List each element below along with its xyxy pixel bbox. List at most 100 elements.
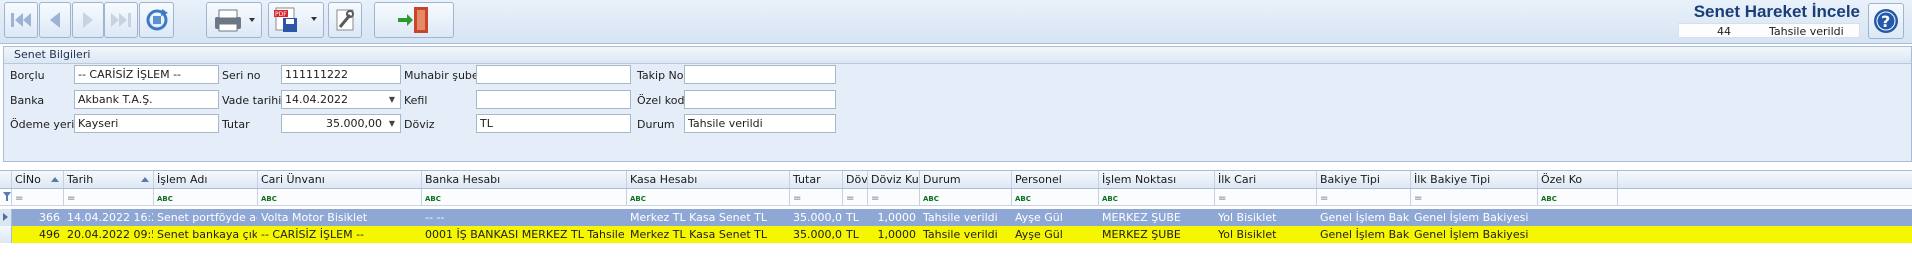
column-header[interactable]: Döviz Kuru	[868, 171, 920, 188]
filter-icon[interactable]	[0, 189, 12, 205]
export-pdf-button[interactable]: PDF	[268, 2, 324, 38]
filter-text-icon[interactable]: ABC	[627, 189, 790, 205]
filter-text-icon[interactable]: ABC	[1099, 189, 1215, 205]
refresh-button[interactable]	[139, 2, 174, 38]
column-header[interactable]: Bakiye Tipi	[1317, 171, 1411, 188]
filter-equals-icon[interactable]: =	[1411, 189, 1538, 205]
column-header[interactable]: Tutar	[790, 171, 843, 188]
doviz-field[interactable]: TL	[476, 114, 631, 133]
table-cell[interactable]: 35.000,00	[790, 226, 843, 243]
previous-record-button[interactable]	[39, 2, 71, 38]
table-cell[interactable]: Tahsile verildi	[920, 209, 1012, 226]
borclu-field[interactable]: -- CARİSİZ İŞLEM --	[74, 65, 219, 84]
table-cell[interactable]: Ayşe Gül	[1012, 209, 1099, 226]
table-cell[interactable]: TL	[843, 226, 868, 243]
last-record-button[interactable]	[104, 2, 138, 38]
table-cell[interactable]: 366	[12, 209, 64, 226]
seri-no-field[interactable]: 111111222	[281, 65, 401, 84]
filter-equals-icon[interactable]: =	[868, 189, 920, 205]
takip-no-field[interactable]	[684, 65, 836, 84]
table-cell[interactable]: Yol Bisiklet	[1215, 226, 1317, 243]
tutar-field[interactable]: 35.000,00 ▼	[281, 114, 401, 133]
filter-text-icon[interactable]: ABC	[1012, 189, 1099, 205]
table-cell[interactable]: 0001 İŞ BANKASI MERKEZ TL Tahsile Verile…	[422, 226, 627, 243]
durum-field[interactable]: Tahsile verildi	[684, 114, 836, 133]
filter-equals-icon[interactable]: =	[1215, 189, 1317, 205]
column-header[interactable]: İlk Cari	[1215, 171, 1317, 188]
column-header[interactable]: İşlem Noktası	[1099, 171, 1215, 188]
column-header[interactable]: Banka Hesabı	[422, 171, 627, 188]
column-header[interactable]: CİNo	[12, 171, 64, 188]
chevron-down-icon[interactable]: ▼	[386, 91, 398, 108]
ozel-kod-field[interactable]	[684, 90, 836, 109]
kefil-field[interactable]	[476, 90, 631, 109]
column-header[interactable]: Tarih	[64, 171, 154, 188]
column-header[interactable]: Cari Ünvanı	[258, 171, 422, 188]
equals-label: =	[846, 193, 855, 204]
table-row[interactable]: 49620.04.2022 09:55:35Senet bankaya çıkı…	[0, 226, 1912, 243]
table-cell[interactable]: Tahsile verildi	[920, 226, 1012, 243]
table-cell[interactable]	[1538, 226, 1618, 243]
row-indicator[interactable]	[0, 209, 12, 226]
table-cell[interactable]: Genel İşlem Bakiyesi	[1411, 226, 1538, 243]
tools-button[interactable]	[328, 2, 362, 38]
banka-field[interactable]: Akbank T.A.Ş.	[74, 90, 219, 109]
exit-button[interactable]	[374, 2, 454, 38]
column-header[interactable]: İlk Bakiye Tipi	[1411, 171, 1538, 188]
filter-equals-icon[interactable]: =	[64, 189, 154, 205]
help-button[interactable]: ?	[1868, 3, 1904, 39]
table-cell[interactable]: -- CARİSİZ İŞLEM --	[258, 226, 422, 243]
column-header[interactable]: Özel Ko	[1538, 171, 1618, 188]
table-cell[interactable]: Genel İşlem Bakiyesi	[1317, 226, 1411, 243]
senet-info-panel: Senet Bilgileri Borçlu -- CARİSİZ İŞLEM …	[3, 46, 1912, 162]
table-cell[interactable]: TL	[843, 209, 868, 226]
table-cell[interactable]: 496	[12, 226, 64, 243]
column-header[interactable]: Personel	[1012, 171, 1099, 188]
odeme-yeri-field[interactable]: Kayseri	[74, 114, 219, 133]
table-cell[interactable]: 20.04.2022 09:55:35	[64, 226, 154, 243]
table-cell[interactable]: MERKEZ ŞUBE	[1099, 209, 1215, 226]
column-header[interactable]: Kasa Hesabı	[627, 171, 790, 188]
filter-text-icon[interactable]: ABC	[1538, 189, 1618, 205]
table-cell[interactable]: Senet bankaya çıkış	[154, 226, 258, 243]
chevron-down-icon[interactable]: ▼	[386, 115, 398, 132]
filter-text-icon[interactable]: ABC	[422, 189, 627, 205]
equals-label: =	[793, 193, 802, 204]
print-button[interactable]	[206, 2, 262, 38]
table-cell[interactable]: 35.000,00	[790, 209, 843, 226]
filter-text-icon[interactable]: ABC	[154, 189, 258, 205]
sort-ascending-icon	[51, 177, 59, 182]
table-cell[interactable]: 14.04.2022 16:29:07	[64, 209, 154, 226]
table-cell[interactable]: Merkez TL Kasa Senet TL	[627, 226, 790, 243]
table-cell[interactable]: -- --	[422, 209, 627, 226]
column-header[interactable]: İşlem Adı	[154, 171, 258, 188]
table-cell[interactable]: 1,0000	[868, 209, 920, 226]
table-cell[interactable]: Merkez TL Kasa Senet TL	[627, 209, 790, 226]
equals-label: =	[67, 193, 76, 204]
text-filter-label: ABC	[1541, 195, 1557, 203]
table-cell[interactable]: Ayşe Gül	[1012, 226, 1099, 243]
column-header[interactable]: Döviz	[843, 171, 868, 188]
exit-door-icon	[398, 7, 428, 33]
table-cell[interactable]: 1,0000	[868, 226, 920, 243]
column-header[interactable]: Durum	[920, 171, 1012, 188]
table-cell[interactable]: Senet portföyde açılış	[154, 209, 258, 226]
vade-tarihi-field[interactable]: 14.04.2022 ▼	[281, 90, 401, 109]
table-cell[interactable]: MERKEZ ŞUBE	[1099, 226, 1215, 243]
row-indicator[interactable]	[0, 226, 12, 243]
filter-text-icon[interactable]: ABC	[258, 189, 422, 205]
table-cell[interactable]: Yol Bisiklet	[1215, 209, 1317, 226]
filter-equals-icon[interactable]: =	[1317, 189, 1411, 205]
filter-equals-icon[interactable]: =	[790, 189, 843, 205]
filter-equals-icon[interactable]: =	[843, 189, 868, 205]
table-cell[interactable]	[1538, 209, 1618, 226]
table-cell[interactable]: Volta Motor Bisiklet	[258, 209, 422, 226]
filter-text-icon[interactable]: ABC	[920, 189, 1012, 205]
table-cell[interactable]: Genel İşlem Bakiyesi	[1317, 209, 1411, 226]
table-cell[interactable]: Genel İşlem Bakiyesi	[1411, 209, 1538, 226]
table-row[interactable]: 36614.04.2022 16:29:07Senet portföyde aç…	[0, 209, 1912, 226]
muhabir-sube-field[interactable]	[476, 65, 631, 84]
first-record-button[interactable]	[4, 2, 38, 38]
next-record-button[interactable]	[72, 2, 104, 38]
filter-equals-icon[interactable]: =	[12, 189, 64, 205]
